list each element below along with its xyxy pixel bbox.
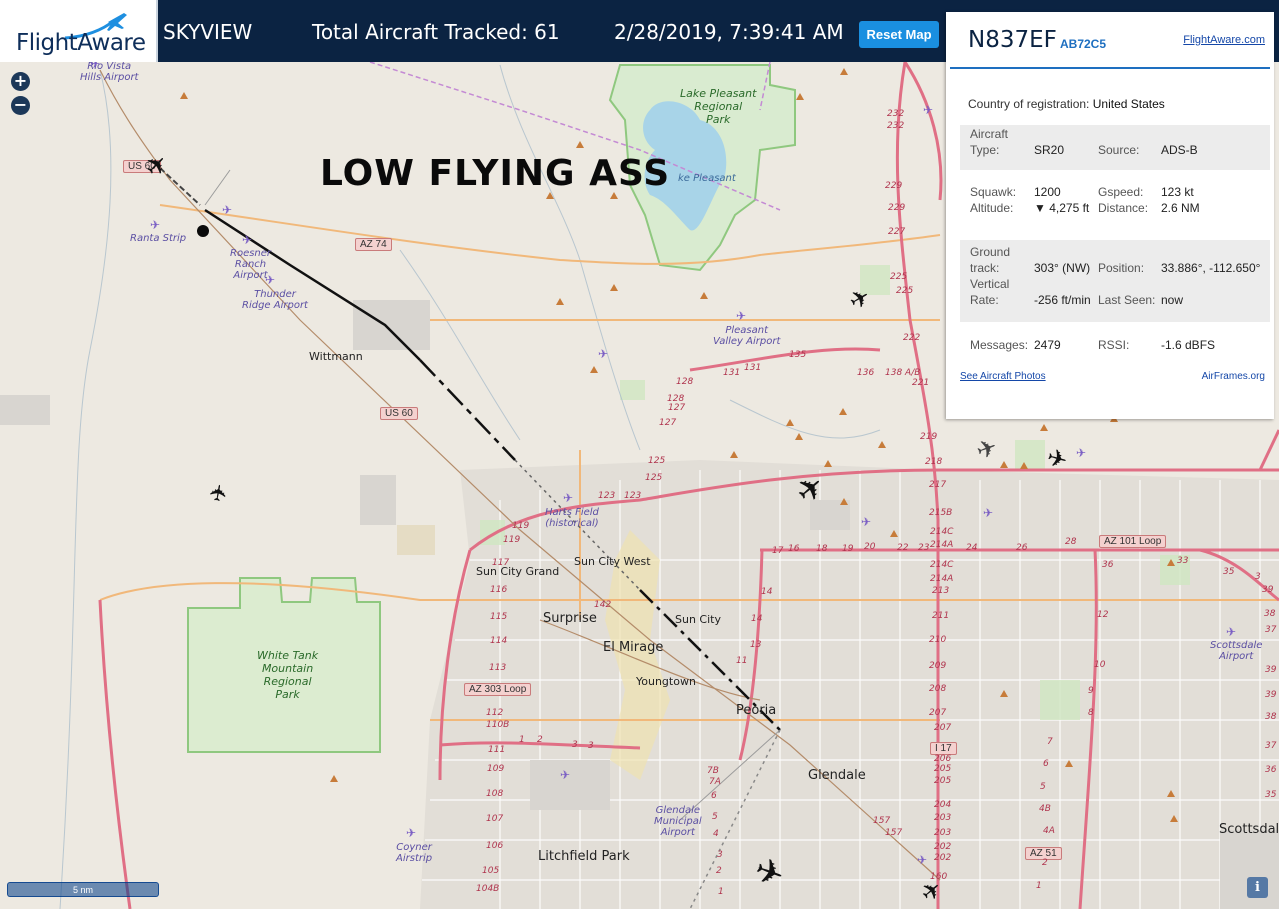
airport-icon: ✈ [736,309,747,323]
zoom-in-button[interactable]: + [11,72,30,91]
place-scottsdale-airport: Scottsdale [1210,640,1263,651]
country-of-registration: Country of registration: United States [968,97,1165,111]
city-sun-city: Sun City [675,613,721,626]
aircraft-registration: N837EF [968,27,1057,53]
vertical-rate-value: -256 ft/min [1034,293,1091,307]
airport-icon: ✈ [563,491,574,505]
airport-icon: ✈ [1226,625,1237,639]
place-coyner: Coyner [396,842,432,853]
last-seen-value: now [1161,293,1184,307]
airport-icon: ✈ [917,853,928,867]
airport-icon: ✈ [406,826,417,840]
airport-icon: ✈ [861,515,872,529]
place-pleasant-valley: Pleasant [725,325,769,336]
rssi-value: -1.6 dBFS [1161,338,1216,352]
airport-icon: ✈ [923,103,934,117]
minus-icon: − [13,95,28,114]
distance-value: 2.6 NM [1161,201,1200,215]
airport-icon: ✈ [560,768,571,782]
zoom-out-button[interactable]: − [11,96,30,115]
shield-us60: US 60 [380,407,418,420]
source-value: ADS-B [1161,143,1198,157]
city-el-mirage: El Mirage [603,640,664,655]
city-sun-city-west: Sun City West [574,555,651,568]
app-name: SKYVIEW [163,20,253,44]
map-scale-bar: 5 nm [7,882,159,897]
place-roesner: Roesner [230,248,272,259]
airport-icon: ✈ [150,218,161,232]
place-glendale-muni: Glendale [655,805,701,816]
city-peoria: Peoria [736,703,777,718]
aircraft-photos-link[interactable]: See Aircraft Photos [960,371,1046,382]
aircraft-count: Total Aircraft Tracked: 61 [312,20,560,44]
shield-az74: AZ 74 [355,238,392,251]
airport-icon: ✈ [598,347,609,361]
airplane-icon[interactable]: ✈ [749,849,789,896]
airport-icon: ✈ [222,203,233,217]
low-flying-annotation: LOW FLYING ASS [320,153,671,194]
shield-az101: AZ 101 Loop [1099,535,1167,548]
logo-text: FlightAware [16,30,146,56]
messages-box: Messages: 2479 RSSI: -1.6 dBFS [960,330,1270,360]
reset-map-button[interactable]: Reset Map [859,21,939,48]
city-sun-city-grand: Sun City Grand [476,565,560,578]
place-thunder-ridge: Thunder [254,289,296,300]
aircraft-type-box: Aircraft Type: SR20 Source: ADS-B [960,125,1270,170]
city-scottsdale: Scottsdal [1219,822,1279,837]
airport-icon: ✈ [242,233,253,247]
aircraft-type-value: SR20 [1034,143,1065,157]
park-lake-pleasant: Lake Pleasant [680,87,757,100]
airplane-icon[interactable]: ✈ [844,282,876,317]
info-icon[interactable]: i [1247,877,1268,898]
airport-icon: ✈ [983,506,994,520]
position-value: 33.886°, -112.650° [1161,261,1261,275]
flightaware-logo[interactable]: FlightAware [0,0,158,62]
squawk-value: 1200 [1034,185,1061,199]
airframes-link[interactable]: AirFrames.org [1202,371,1265,382]
place-harts-field: Harts Field [545,507,599,518]
city-litchfield-park: Litchfield Park [538,849,630,864]
lake-pleasant-label: ke Pleasant [678,173,736,184]
airplane-icon[interactable]: ✈ [1044,443,1071,476]
shield-az303: AZ 303 Loop [464,683,532,696]
city-surprise: Surprise [543,611,597,626]
messages-value: 2479 [1034,338,1061,352]
altitude-value: ▼ 4,275 ft [1034,201,1090,215]
squawk-box: Squawk: 1200 Gspeed: 123 kt Altitude: ▼ … [960,176,1270,230]
airport-icon: ✈ [90,62,101,71]
airplane-icon[interactable]: ✈ [205,482,234,505]
gspeed-value: 123 kt [1161,185,1194,199]
ground-track-value: 303° (NW) [1034,261,1091,275]
city-wittmann: Wittmann [309,350,363,363]
city-glendale: Glendale [808,768,866,783]
park-white-tank: White Tank [257,649,319,662]
airplane-icon[interactable]: ✈ [788,466,833,512]
airport-icon: ✈ [1076,446,1087,460]
airport-icon: ✈ [265,273,276,287]
airplane-icon[interactable]: ✈ [973,432,1002,466]
plus-icon: + [13,71,28,90]
track-box: Ground track: 303° (NW) Position: 33.886… [960,240,1270,322]
airplane-icon-selected[interactable]: ✈ [138,147,175,184]
flightaware-link[interactable]: FlightAware.com [1183,34,1265,46]
aircraft-detail-panel: N837EF AB72C5 FlightAware.com Country of… [946,12,1274,419]
city-youngtown: Youngtown [636,675,696,688]
aircraft-hex-code: AB72C5 [1060,37,1107,51]
panel-divider [950,67,1270,69]
place-ranta-strip: Ranta Strip [130,233,187,244]
current-datetime: 2/28/2019, 7:39:41 AM [614,20,844,44]
